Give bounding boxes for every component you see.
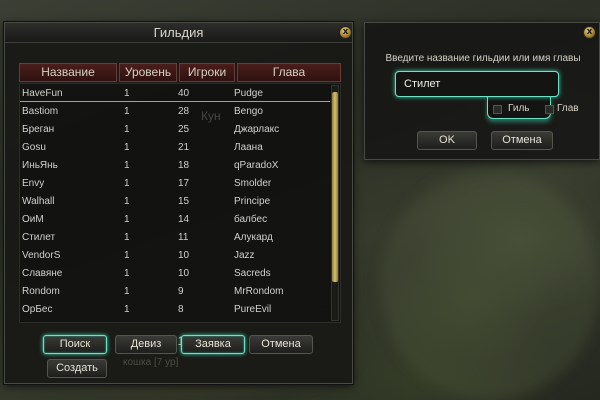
guild-name: ОиМ bbox=[22, 214, 44, 225]
guild-name: ИньЯнь bbox=[22, 160, 58, 171]
guild-players: 10 bbox=[178, 268, 190, 279]
guild-players: 28 bbox=[178, 106, 190, 117]
table-row[interactable]: Envy 1 17 Smolder bbox=[20, 176, 330, 192]
guild-window-title: Гильдия bbox=[5, 23, 352, 43]
guild-name: Славяне bbox=[22, 268, 63, 279]
table-row[interactable]: Стилет 1 11 Алукард bbox=[20, 230, 330, 246]
search-button[interactable]: Поиск bbox=[43, 335, 107, 354]
search-prompt: Введите название гильдии или имя главы bbox=[385, 53, 581, 64]
table-row[interactable]: ОиМ 1 14 балбес bbox=[20, 212, 330, 228]
guild-players: 17 bbox=[178, 178, 190, 189]
leader-option-label: Глав bbox=[557, 103, 579, 114]
guild-players: 8 bbox=[178, 304, 184, 315]
guild-level: 1 bbox=[124, 214, 130, 225]
guild-search-dialog: x Введите название гильдии или имя главы… bbox=[364, 22, 600, 160]
guild-level: 1 bbox=[124, 178, 130, 189]
table-row[interactable]: Bastiom 1 28 Bengo bbox=[20, 104, 330, 120]
table-row[interactable]: ИньЯнь 1 18 qParadoX bbox=[20, 158, 330, 174]
guild-list: HaveFun 1 40 Pudge Bastiom 1 28 Bengo Бр… bbox=[19, 83, 341, 323]
guild-leader: PureEvil bbox=[234, 304, 272, 315]
guild-list-scrollbar[interactable] bbox=[331, 85, 339, 321]
table-row[interactable]: HaveFun 1 40 Pudge bbox=[20, 86, 330, 102]
guild-leader: MrRondom bbox=[234, 286, 284, 297]
guild-players: 25 bbox=[178, 124, 190, 135]
column-header-level[interactable]: Уровень bbox=[119, 63, 177, 82]
guild-level: 1 bbox=[124, 286, 130, 297]
guild-leader: Jazz bbox=[234, 250, 255, 261]
guild-checkbox[interactable] bbox=[493, 105, 502, 114]
close-icon[interactable]: x bbox=[339, 26, 352, 39]
table-row[interactable]: VendorS 1 10 Jazz bbox=[20, 248, 330, 264]
guild-level: 1 bbox=[124, 124, 130, 135]
background-scenery bbox=[380, 170, 600, 400]
table-row[interactable]: OpБec 1 8 PureEvil bbox=[20, 302, 330, 318]
background-nameplate: Кун bbox=[201, 109, 221, 123]
guild-window: Гильдия x Название Уровень Игроки Глава … bbox=[4, 22, 353, 384]
guild-players: 15 bbox=[178, 196, 190, 207]
ok-button[interactable]: OK bbox=[417, 131, 477, 150]
guild-players: 10 bbox=[178, 250, 190, 261]
guild-option-label: Гиль bbox=[508, 103, 530, 114]
scrollbar-thumb[interactable] bbox=[332, 92, 338, 282]
cancel-button[interactable]: Отмена bbox=[491, 131, 553, 150]
guild-level: 1 bbox=[124, 142, 130, 153]
guild-level: 1 bbox=[124, 160, 130, 171]
guild-table-header: Название Уровень Игроки Глава bbox=[19, 63, 341, 82]
guild-name: OpБec bbox=[22, 304, 53, 315]
table-row[interactable]: Славяне 1 10 Sacreds bbox=[20, 266, 330, 282]
guild-players: 40 bbox=[178, 88, 190, 99]
guild-players: 11 bbox=[178, 232, 189, 243]
close-icon[interactable]: x bbox=[583, 26, 596, 39]
table-row[interactable]: Gosu 1 21 Лаана bbox=[20, 140, 330, 156]
leader-checkbox[interactable] bbox=[545, 105, 554, 114]
table-row[interactable]: Walhall 1 15 Principe bbox=[20, 194, 330, 210]
table-row[interactable]: Бреган 1 25 Джарлакс bbox=[20, 122, 330, 138]
guild-name: Rondom bbox=[22, 286, 60, 297]
guild-leader: балбес bbox=[234, 214, 268, 225]
motto-button[interactable]: Девиз bbox=[115, 335, 177, 354]
guild-name: VendorS bbox=[22, 250, 61, 261]
table-row[interactable]: Rondom 1 9 MrRondom bbox=[20, 284, 330, 300]
guild-level: 1 bbox=[124, 88, 130, 99]
guild-level: 1 bbox=[124, 106, 130, 117]
guild-players: 14 bbox=[178, 214, 190, 225]
guild-name: Gosu bbox=[22, 142, 46, 153]
guild-name: Стилет bbox=[22, 232, 56, 243]
guild-level: 1 bbox=[124, 268, 130, 279]
guild-name: Bastiom bbox=[22, 106, 59, 117]
guild-level: 1 bbox=[124, 196, 130, 207]
guild-leader: Sacreds bbox=[234, 268, 271, 279]
guild-players: 9 bbox=[178, 286, 184, 297]
guild-level: 1 bbox=[124, 232, 130, 243]
guild-name: Walhall bbox=[22, 196, 55, 207]
guild-name: HaveFun bbox=[22, 88, 63, 99]
search-input[interactable] bbox=[395, 71, 559, 97]
column-header-players[interactable]: Игроки bbox=[179, 63, 235, 82]
guild-name: Envy bbox=[22, 178, 45, 189]
guild-players: 18 bbox=[178, 160, 190, 171]
cancel-button[interactable]: Отмена bbox=[249, 335, 313, 354]
column-header-name[interactable]: Название bbox=[19, 63, 117, 82]
guild-leader: Smolder bbox=[234, 178, 272, 189]
guild-leader: Джарлакс bbox=[234, 124, 280, 135]
guild-name: Бреган bbox=[22, 124, 55, 135]
guild-leader: qParadoX bbox=[234, 160, 279, 171]
guild-leader: Bengo bbox=[234, 106, 263, 117]
guild-leader: Pudge bbox=[234, 88, 263, 99]
guild-players: 21 bbox=[178, 142, 190, 153]
column-header-leader[interactable]: Глава bbox=[237, 63, 341, 82]
guild-leader: Principe bbox=[234, 196, 271, 207]
guild-level: 1 bbox=[124, 250, 130, 261]
guild-level: 1 bbox=[124, 304, 130, 315]
background-nameplate: кошка [7 ур] bbox=[123, 357, 179, 368]
guild-leader: Лаана bbox=[234, 142, 263, 153]
apply-button[interactable]: Заявка bbox=[181, 335, 245, 354]
create-guild-button[interactable]: Создать bbox=[47, 359, 107, 378]
guild-leader: Алукард bbox=[234, 232, 273, 243]
